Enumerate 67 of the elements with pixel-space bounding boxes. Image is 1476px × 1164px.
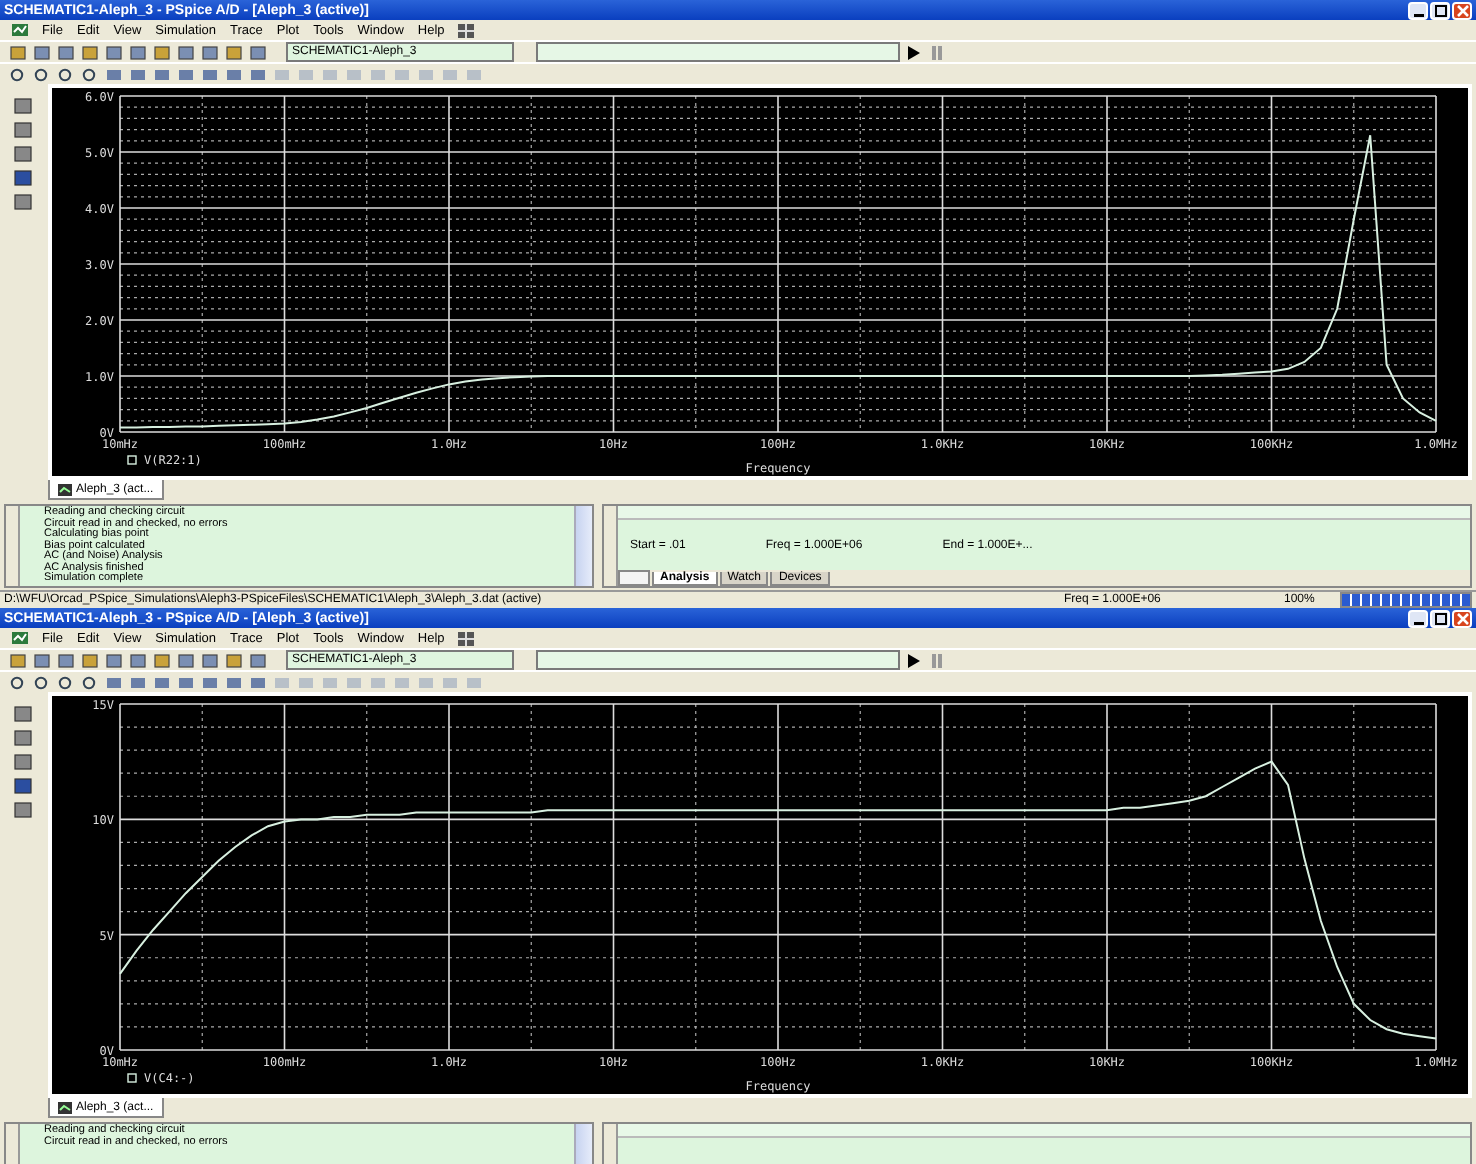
toolbar-button[interactable]	[10, 144, 34, 164]
toolbar-button[interactable]	[6, 650, 28, 670]
toolbar-button[interactable]	[6, 64, 28, 84]
legend-marker-icon	[127, 1073, 137, 1083]
toolbar-button[interactable]	[10, 728, 34, 748]
legend-marker-icon	[127, 455, 137, 465]
grid-icon	[458, 23, 475, 37]
toolbar-button[interactable]	[126, 650, 148, 670]
toolbar-button[interactable]	[222, 42, 244, 62]
close-icon	[1455, 611, 1469, 625]
toolbar-button[interactable]	[198, 42, 220, 62]
scroll-bar[interactable]	[574, 506, 592, 586]
toolbar-button[interactable]	[10, 120, 34, 140]
toolbar-button[interactable]	[246, 650, 268, 670]
pane-scroll-button[interactable]	[6, 506, 20, 586]
pause-icon	[930, 653, 944, 667]
run-button[interactable]	[902, 650, 924, 670]
maximize-button[interactable]	[1430, 1, 1450, 19]
toolbar-button[interactable]	[174, 42, 196, 62]
toolbar-button[interactable]	[30, 42, 52, 62]
run-button[interactable]	[902, 42, 924, 62]
maximize-icon	[1433, 3, 1447, 17]
toolbar-button[interactable]	[102, 42, 124, 62]
close-button[interactable]	[1452, 1, 1472, 19]
toolbar-button[interactable]	[10, 192, 34, 212]
toolbar-button[interactable]	[150, 650, 172, 670]
pause-icon	[930, 45, 944, 59]
toolbar-button[interactable]	[10, 96, 34, 116]
toolbar-button[interactable]	[126, 42, 148, 62]
play-icon	[906, 653, 920, 667]
minimize-button[interactable]	[1408, 1, 1428, 19]
close-button[interactable]	[1452, 609, 1472, 627]
toolbar-button[interactable]	[10, 776, 34, 796]
app-icon	[12, 630, 28, 646]
toolbar-button[interactable]	[78, 650, 100, 670]
toolbar-button[interactable]	[30, 672, 52, 692]
toolbar-button[interactable]	[78, 64, 100, 84]
maximize-button[interactable]	[1430, 609, 1450, 627]
toolbar-button[interactable]	[10, 800, 34, 820]
toolbar-button[interactable]	[30, 650, 52, 670]
plot-icon	[58, 483, 72, 495]
toolbar-button[interactable]	[174, 650, 196, 670]
toolbar-button[interactable]	[198, 650, 220, 670]
toolbar-button[interactable]	[10, 704, 34, 724]
toolbar-button[interactable]	[6, 672, 28, 692]
toolbar-button[interactable]	[102, 650, 124, 670]
toolbar-button[interactable]	[246, 42, 268, 62]
toolbar-button[interactable]	[150, 42, 172, 62]
grid-icon	[458, 631, 475, 645]
close-icon	[1455, 3, 1469, 17]
toolbar-button[interactable]	[54, 650, 76, 670]
toolbar-button[interactable]	[10, 168, 34, 188]
play-icon	[906, 45, 920, 59]
toolbar-button[interactable]	[30, 64, 52, 84]
toolbar-button[interactable]	[78, 672, 100, 692]
toolbar-button[interactable]	[10, 752, 34, 772]
toolbar-button[interactable]	[78, 42, 100, 62]
toolbar-button[interactable]	[6, 42, 28, 62]
toolbar-button[interactable]	[54, 672, 76, 692]
maximize-icon	[1433, 611, 1447, 625]
toolbar-button[interactable]	[54, 64, 76, 84]
toolbar-button[interactable]	[54, 42, 76, 62]
minimize-button[interactable]	[1408, 609, 1428, 627]
plot-icon	[58, 1101, 72, 1113]
toolbar-button[interactable]	[222, 650, 244, 670]
pane-scroll-button[interactable]	[604, 506, 618, 586]
app-icon	[12, 22, 28, 38]
